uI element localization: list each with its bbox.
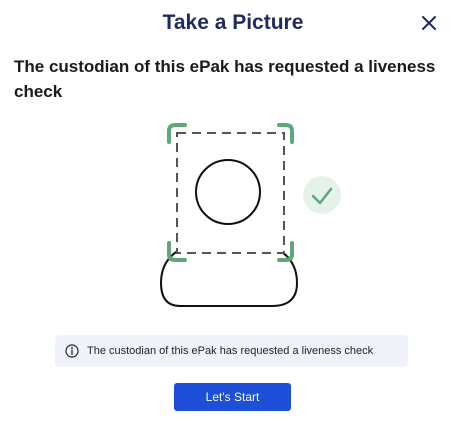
liveness-dialog: Take a Picture The custodian of this ePa… bbox=[0, 0, 466, 424]
info-text: The custodian of this ePak has requested… bbox=[87, 345, 374, 357]
info-banner: The custodian of this ePak has requested… bbox=[55, 335, 408, 367]
lets-start-button[interactable]: Let's Start bbox=[174, 383, 291, 411]
checkmark-icon bbox=[303, 176, 341, 214]
dashed-frame bbox=[176, 132, 285, 254]
info-icon bbox=[65, 344, 79, 358]
face-scan-illustration bbox=[159, 123, 341, 307]
